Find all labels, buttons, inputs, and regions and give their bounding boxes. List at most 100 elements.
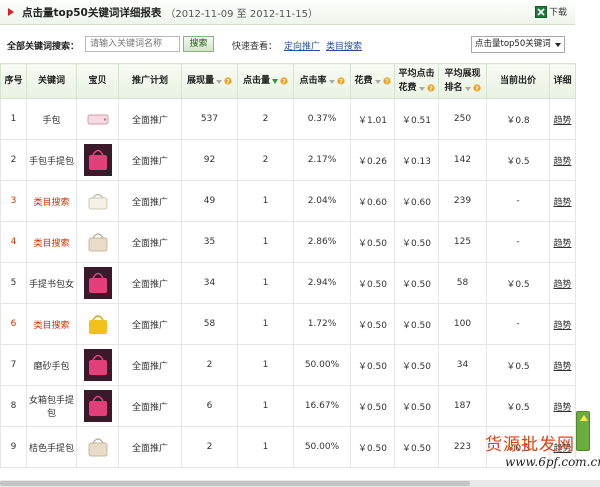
cell-item[interactable] bbox=[76, 303, 119, 345]
cell-bid-text: ￥0.5 bbox=[506, 402, 530, 413]
cell-detail[interactable]: 趋势 bbox=[549, 344, 576, 386]
cell-detail[interactable]: 趋势 bbox=[549, 180, 576, 222]
header-ctr[interactable]: 点击率? bbox=[293, 63, 351, 99]
cell-item[interactable] bbox=[76, 180, 119, 222]
search-button[interactable]: 搜索 bbox=[183, 36, 214, 52]
cell-avg-rank-text: 223 bbox=[453, 442, 472, 452]
cell-clicks: 1 bbox=[237, 180, 294, 222]
download-button[interactable]: 下载 bbox=[534, 5, 567, 18]
cell-clicks: 1 bbox=[237, 303, 294, 345]
trend-link[interactable]: 趋势 bbox=[553, 157, 571, 167]
cell-plan: 全面推广 bbox=[118, 344, 182, 386]
header-no: 序号 bbox=[0, 63, 27, 99]
cell-cost: ￥0.50 bbox=[350, 262, 395, 304]
scrollbar-thumb[interactable] bbox=[0, 481, 470, 486]
cell-no-text: 4 bbox=[10, 237, 17, 247]
cell-avg-rank: 125 bbox=[438, 221, 487, 263]
item-thumbnail[interactable] bbox=[83, 226, 112, 258]
cell-clicks: 1 bbox=[237, 221, 294, 263]
cell-keyword: 类目搜索 bbox=[26, 180, 77, 222]
header-avg-cpc-line2: 花费 bbox=[398, 83, 417, 93]
cell-keyword-text: 手提书包女 bbox=[28, 279, 74, 290]
horizontal-scrollbar[interactable] bbox=[0, 480, 600, 487]
cell-plan-text: 全面推广 bbox=[131, 279, 168, 290]
item-thumbnail[interactable] bbox=[83, 349, 112, 381]
cell-avg-rank-text: 100 bbox=[453, 319, 472, 329]
cell-plan: 全面推广 bbox=[118, 262, 182, 304]
svg-text:?: ? bbox=[282, 78, 286, 85]
cell-impressions: 537 bbox=[181, 98, 238, 140]
trend-link[interactable]: 趋势 bbox=[553, 362, 571, 372]
watermark-site-name: 货源批发网 bbox=[485, 435, 575, 455]
item-thumbnail[interactable] bbox=[83, 185, 112, 217]
cell-plan-text: 全面推广 bbox=[131, 402, 168, 413]
arrow-up-icon bbox=[580, 415, 588, 421]
item-thumbnail[interactable] bbox=[83, 103, 112, 135]
trend-link[interactable]: 趋势 bbox=[553, 239, 571, 249]
cell-detail[interactable]: 趋势 bbox=[549, 139, 576, 181]
trend-link[interactable]: 趋势 bbox=[553, 403, 571, 413]
cell-clicks-text: 2 bbox=[262, 114, 269, 124]
cell-detail[interactable]: 趋势 bbox=[549, 262, 576, 304]
cell-no-text: 7 bbox=[10, 360, 17, 370]
trend-link[interactable]: 趋势 bbox=[553, 321, 571, 331]
cell-avg-cpc-text: ￥0.50 bbox=[401, 279, 432, 290]
cell-item[interactable] bbox=[76, 426, 119, 468]
search-label: 全部关键词搜索： bbox=[7, 42, 80, 52]
cell-cost-text: ￥0.60 bbox=[357, 197, 388, 208]
cell-avg-cpc: ￥0.50 bbox=[394, 344, 439, 386]
report-type-select[interactable]: 点击量top50关键词 bbox=[471, 36, 565, 53]
cell-item[interactable] bbox=[76, 98, 119, 140]
cell-avg-rank: 34 bbox=[438, 344, 487, 386]
item-thumbnail[interactable] bbox=[83, 267, 112, 299]
item-thumbnail[interactable] bbox=[83, 431, 112, 463]
cell-cost-text: ￥0.50 bbox=[357, 361, 388, 372]
cell-avg-cpc-text: ￥0.50 bbox=[401, 238, 432, 249]
cell-avg-cpc: ￥0.50 bbox=[394, 385, 439, 427]
header-avg-rank[interactable]: 平均展现 排名? bbox=[438, 63, 487, 99]
header-plan: 推广计划 bbox=[118, 63, 182, 99]
cell-keyword-text: 手包手提包 bbox=[28, 156, 74, 167]
cell-impressions-text: 2 bbox=[206, 360, 213, 370]
trend-link[interactable]: 趋势 bbox=[553, 198, 571, 208]
header-cost[interactable]: 花费? bbox=[350, 63, 395, 99]
cell-keyword-text: 类目搜索 bbox=[33, 197, 70, 208]
cell-keyword-text: 类目搜索 bbox=[33, 320, 70, 331]
quick-link-category[interactable]: 类目搜索 bbox=[326, 39, 362, 52]
cell-item[interactable] bbox=[76, 139, 119, 181]
header-clicks[interactable]: 点击量? bbox=[237, 63, 294, 99]
watermark-site-url: www.6pf.com.cn bbox=[505, 455, 600, 469]
back-to-top-button[interactable] bbox=[576, 411, 590, 451]
trend-link[interactable]: 趋势 bbox=[553, 116, 571, 126]
cell-plan: 全面推广 bbox=[118, 426, 182, 468]
item-thumbnail[interactable] bbox=[83, 390, 112, 422]
cell-detail[interactable]: 趋势 bbox=[549, 385, 576, 427]
cell-cost: ￥0.50 bbox=[350, 426, 395, 468]
item-thumbnail[interactable] bbox=[83, 144, 112, 176]
quick-link-targeted[interactable]: 定向推广 bbox=[284, 39, 320, 52]
cell-no: 4 bbox=[0, 221, 27, 263]
trend-link[interactable]: 趋势 bbox=[553, 280, 571, 290]
cell-plan-text: 全面推广 bbox=[131, 361, 168, 372]
cell-item[interactable] bbox=[76, 221, 119, 263]
cell-avg-cpc: ￥0.50 bbox=[394, 303, 439, 345]
cell-item[interactable] bbox=[76, 344, 119, 386]
cell-clicks: 1 bbox=[237, 426, 294, 468]
header-impressions[interactable]: 展现量? bbox=[181, 63, 238, 99]
keyword-search-input[interactable] bbox=[85, 36, 180, 52]
cell-item[interactable] bbox=[76, 262, 119, 304]
cell-detail[interactable]: 趋势 bbox=[549, 221, 576, 263]
cell-no-text: 9 bbox=[10, 442, 17, 452]
cell-keyword-text: 手包 bbox=[42, 115, 61, 126]
header-avg-cpc[interactable]: 平均点击 花费? bbox=[394, 63, 439, 99]
keyword-report-table: 序号 关键词 宝贝 推广计划 展现量? 点击量? 点击率? 花费? 平均点击 花… bbox=[0, 63, 576, 468]
cell-detail[interactable]: 趋势 bbox=[549, 303, 576, 345]
cell-item[interactable] bbox=[76, 385, 119, 427]
cell-detail[interactable]: 趋势 bbox=[549, 98, 576, 140]
cell-avg-cpc-text: ￥0.50 bbox=[401, 443, 432, 454]
item-thumbnail[interactable] bbox=[83, 308, 112, 340]
cell-cost-text: ￥0.50 bbox=[357, 238, 388, 249]
cell-clicks-text: 1 bbox=[262, 360, 269, 370]
cell-clicks-text: 1 bbox=[262, 196, 269, 206]
report-date-range: （2012-11-09 至 2012-11-15） bbox=[165, 8, 318, 20]
